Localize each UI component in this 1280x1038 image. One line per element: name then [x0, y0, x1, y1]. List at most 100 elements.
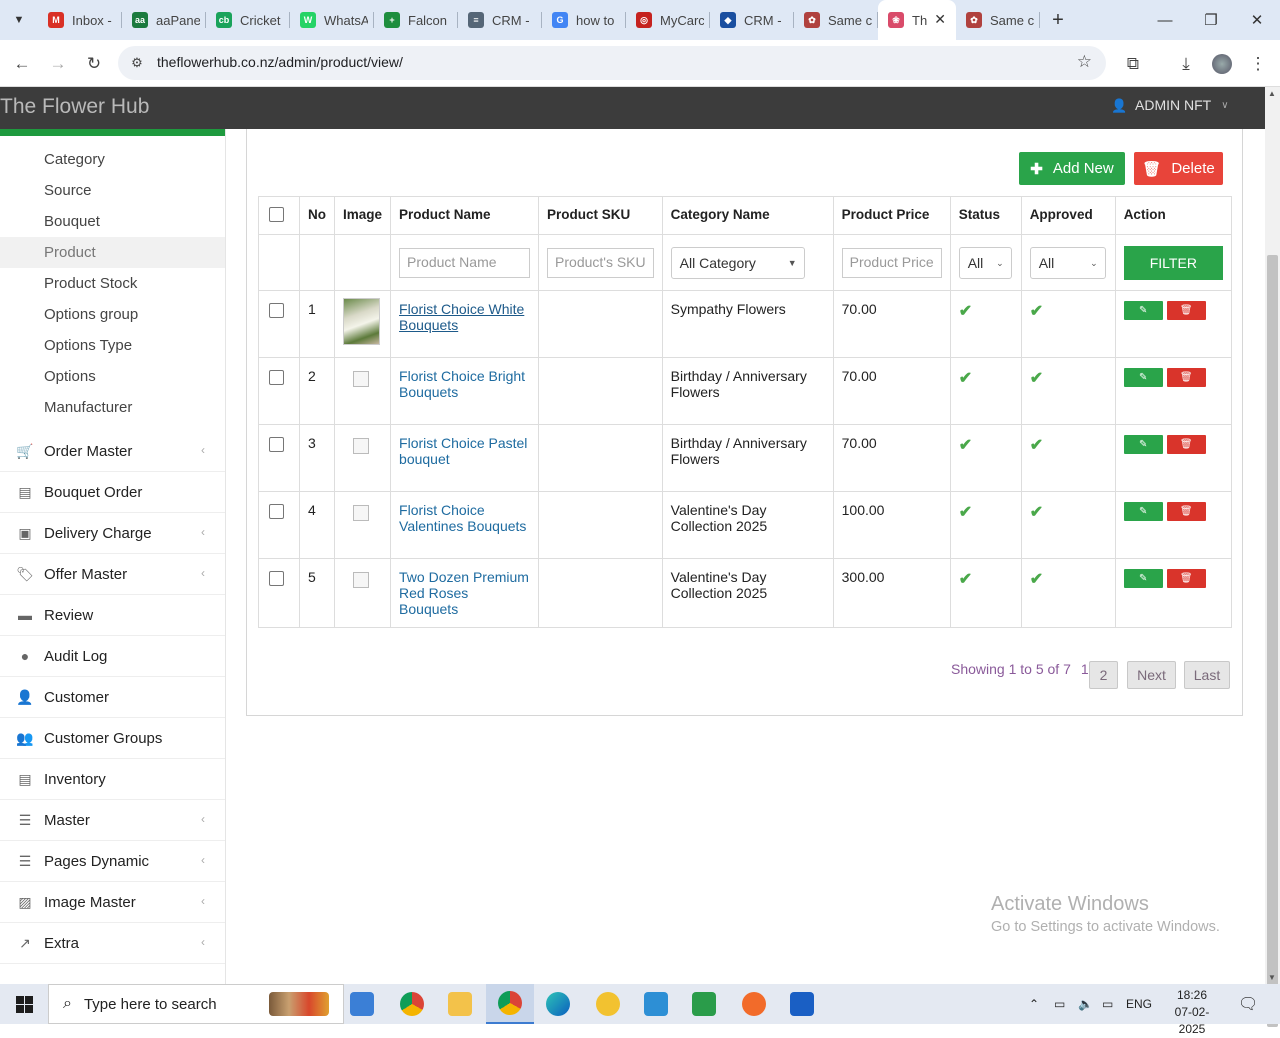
brand-title[interactable]: The Flower Hub: [0, 95, 149, 119]
taskbar-remote-app-icon[interactable]: [778, 984, 826, 1024]
windows-start-icon[interactable]: [0, 984, 48, 1024]
sidebar-item-customer-groups[interactable]: 👥 Customer Groups: [0, 718, 225, 759]
address-bar[interactable]: ⚙ theflowerhub.co.nz/admin/product/view/…: [118, 46, 1106, 80]
delete-row-button[interactable]: 🗑: [1166, 502, 1206, 521]
page-current[interactable]: 1: [1081, 661, 1089, 677]
row-checkbox[interactable]: [269, 571, 284, 586]
sidebar-item-pages-dynamic[interactable]: ☰ Pages Dynamic ‹: [0, 841, 225, 882]
search-highlight-image[interactable]: [264, 984, 334, 1024]
sidebar-item-image-master[interactable]: ▨ Image Master ‹: [0, 882, 225, 923]
download-icon[interactable]: ⤓: [1172, 50, 1200, 78]
taskbar-cloud-app-icon[interactable]: [632, 984, 680, 1024]
select-all-checkbox[interactable]: [269, 207, 284, 222]
product-name-link[interactable]: Florist Choice Valentines Bouquets: [399, 502, 526, 534]
status-check-icon[interactable]: ✔: [959, 437, 972, 454]
tray-language[interactable]: ENG: [1126, 984, 1152, 1024]
close-tab-icon[interactable]: ✕: [934, 11, 946, 28]
approved-check-icon[interactable]: ✔: [1030, 437, 1043, 454]
sidebar-item-customer[interactable]: 👤 Customer: [0, 677, 225, 718]
edit-button[interactable]: ✎: [1123, 502, 1163, 521]
notification-icon[interactable]: 🗨: [1238, 984, 1258, 1024]
product-name-filter-input[interactable]: Product Name: [399, 247, 531, 278]
taskbar-edge-icon[interactable]: [534, 984, 582, 1024]
product-name-link[interactable]: Florist Choice Bright Bouquets: [399, 368, 525, 400]
sidebar-item-offer-master[interactable]: 🏷 Offer Master ‹: [0, 554, 225, 595]
delete-row-button[interactable]: 🗑: [1166, 368, 1206, 387]
edit-button[interactable]: ✎: [1123, 569, 1163, 588]
taskbar-app-cube-icon[interactable]: [338, 984, 386, 1024]
broken-image-icon[interactable]: [353, 438, 369, 454]
tray-chevron-up-icon[interactable]: ⌃: [1029, 984, 1039, 1024]
sidebar-subitem-product-stock[interactable]: Product Stock: [0, 268, 225, 299]
sidebar-item-review[interactable]: ▬ Review: [0, 595, 225, 636]
status-filter-select[interactable]: All ⌄: [958, 246, 1012, 279]
approved-check-icon[interactable]: ✔: [1030, 370, 1043, 387]
sidebar-item-audit-log[interactable]: ● Audit Log: [0, 636, 225, 677]
minimize-icon[interactable]: —: [1142, 0, 1188, 40]
browser-tab[interactable]: ≡ CRM -: [458, 0, 542, 40]
browser-tab[interactable]: ✿ Same c: [956, 0, 1040, 40]
taskbar-sheets-icon[interactable]: [680, 984, 728, 1024]
delete-row-button[interactable]: 🗑: [1166, 569, 1206, 588]
broken-image-icon[interactable]: [353, 371, 369, 387]
tray-clock[interactable]: 18:26 07-02-2025: [1162, 987, 1222, 1038]
browser-tab[interactable]: M Inbox -: [38, 0, 122, 40]
sidebar-item-delivery-charge[interactable]: ▣ Delivery Charge ‹: [0, 513, 225, 554]
last-page-button[interactable]: Last: [1184, 661, 1230, 689]
tray-speaker-icon[interactable]: 🔈: [1078, 984, 1093, 1024]
user-menu[interactable]: 👤 ADMIN NFT ∨: [1111, 97, 1229, 113]
sidebar-item-order-master[interactable]: 🛒 Order Master ‹: [0, 431, 225, 472]
sidebar-subitem-options-group[interactable]: Options group: [0, 299, 225, 330]
approved-check-icon[interactable]: ✔: [1030, 571, 1043, 588]
browser-tab[interactable]: ◆ CRM -: [710, 0, 794, 40]
status-check-icon[interactable]: ✔: [959, 504, 972, 521]
sidebar-subitem-bouquet[interactable]: Bouquet: [0, 206, 225, 237]
tray-network-icon[interactable]: ▭: [1102, 984, 1113, 1024]
taskbar-paw-app-icon[interactable]: [584, 984, 632, 1024]
category-filter-select[interactable]: All Category ▼: [670, 246, 805, 279]
product-name-link[interactable]: Two Dozen Premium Red Roses Bouquets: [399, 569, 529, 617]
page-scrollbar[interactable]: ▲ ▼: [1265, 87, 1280, 1027]
taskbar-chrome-profile-icon[interactable]: [388, 984, 436, 1024]
approved-check-icon[interactable]: ✔: [1030, 504, 1043, 521]
taskbar-file-explorer-icon[interactable]: [436, 984, 484, 1024]
row-checkbox[interactable]: [269, 437, 284, 452]
edit-button[interactable]: ✎: [1123, 435, 1163, 454]
broken-image-icon[interactable]: [353, 505, 369, 521]
product-name-link[interactable]: Florist Choice Pastel bouquet: [399, 435, 527, 467]
sidebar-subitem-manufacturer[interactable]: Manufacturer: [0, 392, 225, 423]
product-name-link[interactable]: Florist Choice White Bouquets: [399, 301, 524, 333]
row-checkbox[interactable]: [269, 370, 284, 385]
back-icon[interactable]: ←: [8, 50, 36, 78]
scroll-up-icon[interactable]: ▲: [1268, 89, 1276, 98]
sidebar-subitem-options-type[interactable]: Options Type: [0, 330, 225, 361]
product-price-filter-input[interactable]: Product Price: [841, 247, 942, 278]
row-checkbox[interactable]: [269, 303, 284, 318]
taskbar-pen-app-icon[interactable]: [730, 984, 778, 1024]
browser-tab[interactable]: W WhatsA: [290, 0, 374, 40]
forward-icon[interactable]: →: [44, 50, 72, 78]
next-page-button[interactable]: Next: [1127, 661, 1176, 689]
edit-button[interactable]: ✎: [1123, 301, 1163, 320]
browser-tab[interactable]: + Falcon: [374, 0, 458, 40]
extensions-icon[interactable]: ⧉: [1119, 50, 1147, 78]
sidebar-subitem-category[interactable]: Category: [0, 144, 225, 175]
scrollbar-thumb[interactable]: [1267, 255, 1278, 1027]
page-2-button[interactable]: 2: [1089, 661, 1118, 689]
tab-search-chevron-icon[interactable]: ▼: [0, 0, 38, 40]
sidebar-item-extra[interactable]: ↗ Extra ‹: [0, 923, 225, 964]
reload-icon[interactable]: ↻: [80, 50, 108, 78]
delete-button[interactable]: 🗑 Delete: [1134, 152, 1223, 185]
approved-check-icon[interactable]: ✔: [1030, 303, 1043, 320]
browser-tab[interactable]: ✿ Same c: [794, 0, 878, 40]
status-check-icon[interactable]: ✔: [959, 370, 972, 387]
add-new-button[interactable]: ✚ Add New: [1019, 152, 1125, 185]
sidebar-item-inventory[interactable]: ▤ Inventory: [0, 759, 225, 800]
tray-meet-icon[interactable]: ▭: [1054, 984, 1065, 1024]
browser-tab[interactable]: cb Cricket: [206, 0, 290, 40]
delete-row-button[interactable]: 🗑: [1166, 435, 1206, 454]
profile-avatar[interactable]: [1208, 50, 1236, 78]
maximize-icon[interactable]: ❐: [1188, 0, 1234, 40]
status-check-icon[interactable]: ✔: [959, 303, 972, 320]
filter-button[interactable]: FILTER: [1123, 245, 1223, 280]
